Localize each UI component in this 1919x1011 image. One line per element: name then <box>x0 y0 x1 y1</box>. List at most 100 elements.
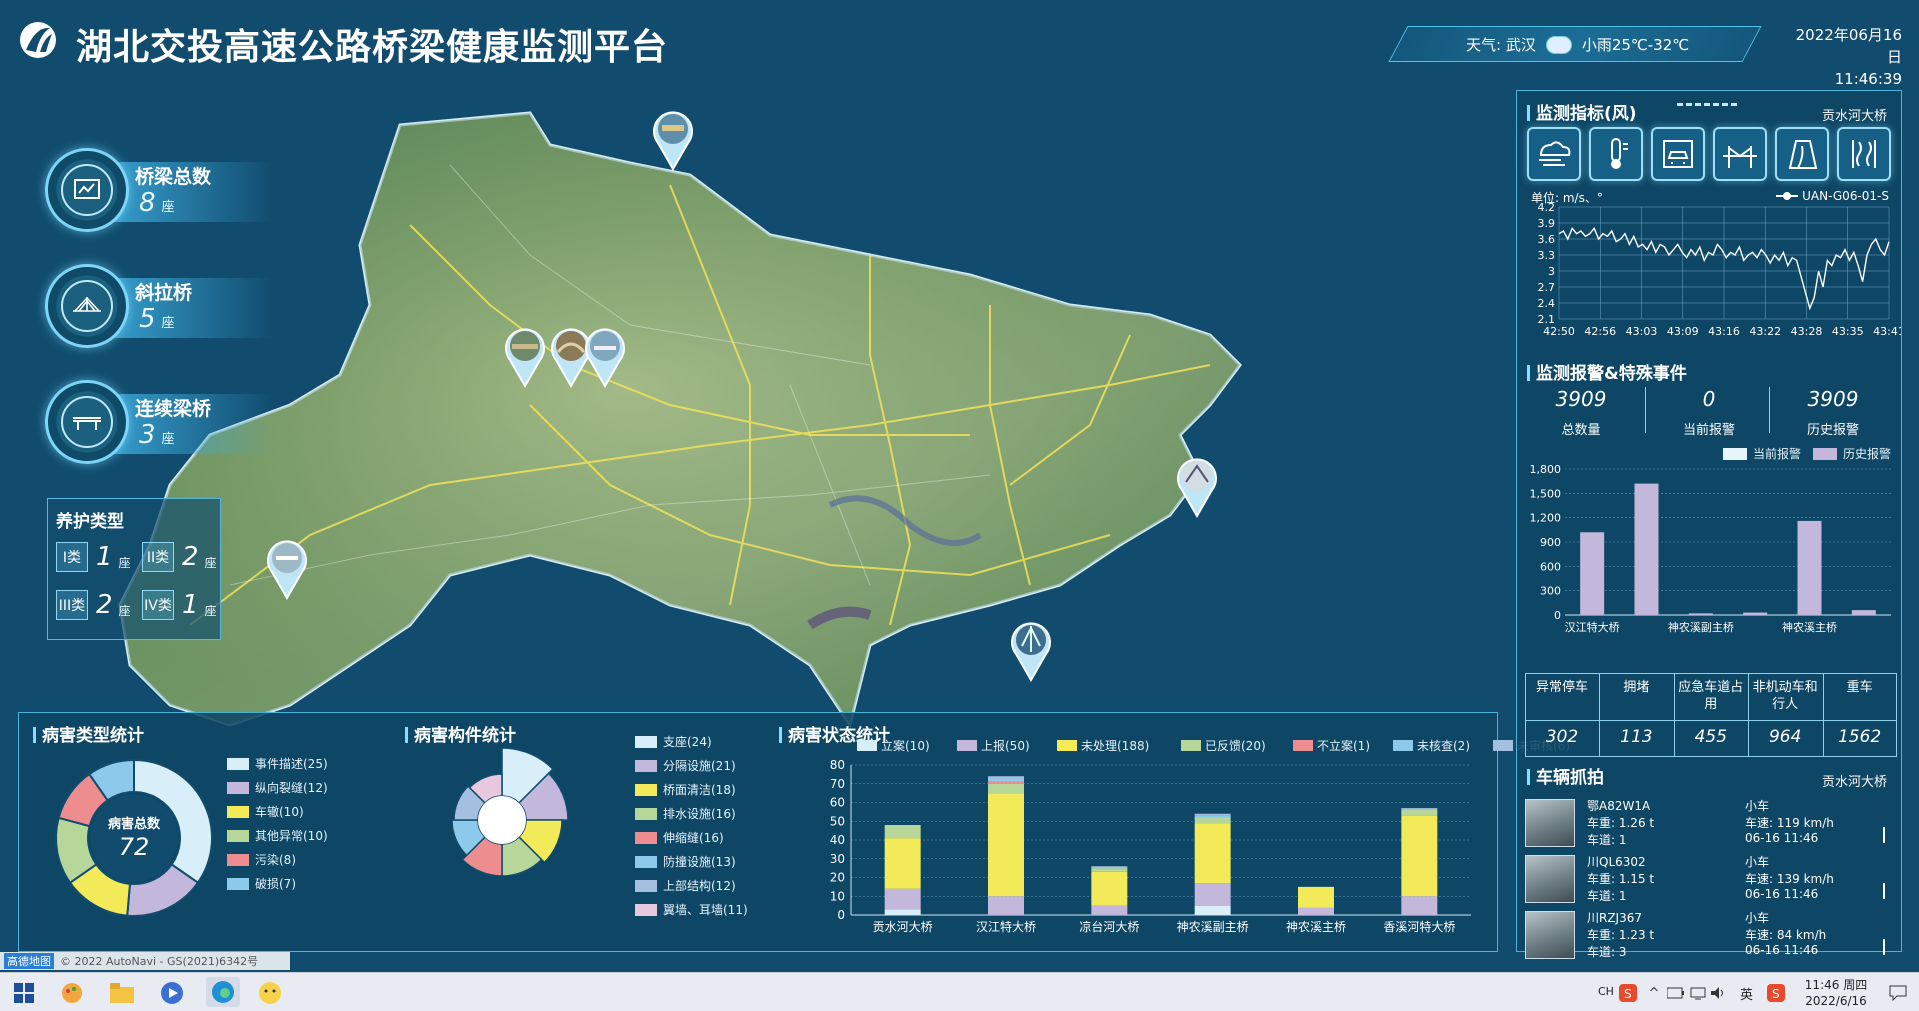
stacked-bar-segment[interactable] <box>1194 883 1231 906</box>
legend-item[interactable]: 伸缩缝(16) <box>635 829 724 846</box>
volume-icon[interactable] <box>1704 979 1732 1007</box>
legend-item[interactable]: 翼墙、耳墙(11) <box>635 901 748 918</box>
legend-item[interactable]: 支座(24) <box>635 733 712 750</box>
stacked-bar-segment[interactable] <box>1091 871 1128 906</box>
input-language[interactable]: CH <box>1598 985 1614 998</box>
stacked-bar-segment[interactable] <box>1194 823 1231 884</box>
map-pin-west-1[interactable] <box>502 322 548 392</box>
scroll-indicator[interactable] <box>1883 827 1885 843</box>
legend-item[interactable]: 上部结构(12) <box>635 877 736 894</box>
monitor-bridge-name[interactable]: 贡水河大桥 <box>1822 105 1887 124</box>
app-paint-icon[interactable] <box>58 979 86 1007</box>
road-deformation-icon[interactable] <box>1775 127 1829 181</box>
media-player-icon[interactable] <box>158 979 186 1007</box>
vehicle-thumbnail[interactable] <box>1525 911 1575 959</box>
stacked-bar-segment[interactable] <box>1091 905 1128 915</box>
stacked-bar-segment[interactable] <box>1401 810 1438 816</box>
stacked-bar-segment[interactable] <box>1194 815 1231 818</box>
alarm-bar[interactable] <box>1634 483 1659 615</box>
stacked-bar-segment[interactable] <box>1091 868 1128 872</box>
scroll-indicator[interactable] <box>1883 883 1885 899</box>
stacked-bar-segment[interactable] <box>988 896 1024 915</box>
stacked-bar-segment[interactable] <box>988 783 1024 794</box>
edge-browser-icon[interactable] <box>206 977 240 1007</box>
vehicle-row[interactable]: 鄂A82W1A 车重: 1.26 t 车道: 1 小车 车速: 119 km/h 06-1… <box>1525 797 1895 851</box>
disease-status-chart[interactable]: 0 10 20 30 40 50 60 70 80 贡水河大桥 汉江特大桥 凉台河大桥 神农溪副主桥 神农… <box>789 743 1499 953</box>
hubei-map[interactable] <box>110 105 1510 745</box>
event-value[interactable]: 113 <box>1599 727 1673 747</box>
stacked-bar-segment[interactable] <box>1298 907 1334 916</box>
sogou-tray-icon[interactable]: S <box>1762 979 1790 1007</box>
wind-line-chart[interactable]: 2.12.42.733.33.63.94.242:50 42:56 43:03 43:… <box>1521 201 1902 341</box>
wind-icon[interactable] <box>1527 127 1581 181</box>
stacked-bar-segment[interactable] <box>988 781 1024 784</box>
alarm-bar[interactable] <box>1580 532 1605 615</box>
event-value[interactable]: 1562 <box>1823 727 1897 747</box>
vibration-icon[interactable] <box>1837 127 1891 181</box>
map-pin-south[interactable] <box>1008 616 1054 686</box>
ime-mode[interactable]: 英 <box>1740 984 1753 1003</box>
legend-item[interactable]: 破损(7) <box>227 875 296 892</box>
chat-app-icon[interactable] <box>256 979 284 1007</box>
stacked-bar-segment[interactable] <box>884 825 921 839</box>
stacked-bar-segment[interactable] <box>1401 808 1438 810</box>
map-pin-north[interactable] <box>650 105 696 175</box>
file-explorer-icon[interactable] <box>108 979 136 1007</box>
stacked-bar-segment[interactable] <box>988 793 1024 897</box>
stacked-bar-segment[interactable] <box>884 888 921 910</box>
legend-item[interactable]: 纵向裂缝(12) <box>227 779 328 796</box>
stacked-bar-segment[interactable] <box>1298 886 1334 908</box>
event-value[interactable]: 455 <box>1674 727 1748 747</box>
stacked-bar-segment[interactable] <box>1194 905 1231 915</box>
stacked-bar-segment[interactable] <box>988 780 1024 782</box>
vehicle-weigh-icon[interactable] <box>1651 127 1705 181</box>
stacked-bar-segment[interactable] <box>884 838 921 889</box>
stacked-bar-segment[interactable] <box>884 909 921 915</box>
map-pin-southwest[interactable] <box>264 534 310 604</box>
disease-component-rose[interactable] <box>427 745 577 895</box>
legend-item[interactable]: 事件描述(25) <box>227 755 328 772</box>
stat-cable-stayed[interactable]: 斜拉桥 5座 <box>45 264 273 348</box>
thermometer-icon[interactable] <box>1589 127 1643 181</box>
stacked-bar-segment[interactable] <box>1194 813 1231 816</box>
legend-item[interactable]: 车辙(10) <box>227 803 304 820</box>
maintenance-class-3[interactable]: III类 2 座 <box>56 589 136 621</box>
stacked-bar-segment[interactable] <box>1401 815 1438 897</box>
notification-icon[interactable] <box>1884 979 1912 1007</box>
alarm-bar-chart[interactable]: 0 300 600 900 1,200 1,500 1,800 汉江特大桥 神农溪副主桥 神农溪主… <box>1521 457 1901 649</box>
windows-start-icon[interactable] <box>10 979 38 1007</box>
legend-item[interactable]: 桥面清洁(18) <box>635 781 736 798</box>
event-value[interactable]: 302 <box>1525 727 1599 747</box>
alarm-bar[interactable] <box>1688 613 1713 615</box>
sogou-ime-icon[interactable]: S <box>1614 979 1642 1007</box>
vehicle-thumbnail[interactable] <box>1525 799 1575 847</box>
legend-item[interactable]: 防撞设施(13) <box>635 853 736 870</box>
maintenance-class-4[interactable]: IV类 1 座 <box>142 589 222 621</box>
vehicle-bridge-name[interactable]: 贡水河大桥 <box>1822 771 1887 790</box>
stacked-bar-segment[interactable] <box>988 776 1024 780</box>
stat-continuous-beam[interactable]: 连续梁桥 3座 <box>45 380 273 464</box>
vehicle-row[interactable]: 川RZJ367 车重: 1.23 t 车道: 3 小车 车速: 84 km/h 06-16… <box>1525 909 1895 963</box>
scroll-indicator[interactable] <box>1883 939 1885 955</box>
legend-item[interactable]: 分隔设施(21) <box>635 757 736 774</box>
legend-item[interactable]: 其他异常(10) <box>227 827 328 844</box>
taskbar-clock[interactable]: 11:46 周四 2022/6/16 <box>1796 977 1876 1009</box>
map-pin-wuhan[interactable] <box>1174 452 1220 522</box>
stat-bridge-total[interactable]: 桥梁总数 8座 <box>45 148 273 232</box>
legend-item[interactable]: 污染(8) <box>227 851 296 868</box>
stacked-bar-segment[interactable] <box>1194 817 1231 824</box>
map-pin-west-3[interactable] <box>582 322 628 392</box>
vehicle-row[interactable]: 川QL6302 车重: 1.15 t 车道: 1 小车 车速: 139 km/h 06-1… <box>1525 853 1895 907</box>
maintenance-panel: 养护类型 I类 1 座 II类 2 座 III类 2 座 IV类 1 座 <box>47 498 221 640</box>
legend-item[interactable]: 排水设施(16) <box>635 805 736 822</box>
vehicle-thumbnail[interactable] <box>1525 855 1575 903</box>
alarm-bar[interactable] <box>1851 610 1876 615</box>
alarm-bar[interactable] <box>1743 612 1768 615</box>
stacked-bar-segment[interactable] <box>1401 896 1438 915</box>
stacked-bar-segment[interactable] <box>1091 866 1128 869</box>
maintenance-class-1[interactable]: I类 1 座 <box>56 541 136 573</box>
event-value[interactable]: 964 <box>1748 727 1822 747</box>
bridge-structure-icon[interactable] <box>1713 127 1767 181</box>
alarm-bar[interactable] <box>1797 520 1822 615</box>
maintenance-class-2[interactable]: II类 2 座 <box>142 541 222 573</box>
